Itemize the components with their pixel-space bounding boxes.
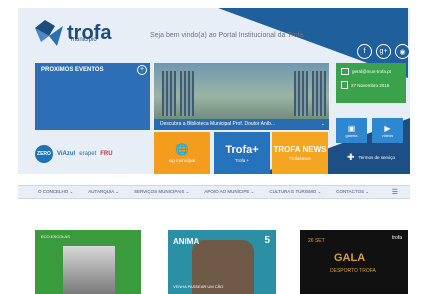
- galeria-label: galeria: [345, 132, 358, 138]
- contact-box: geral@mun-trofa.pt 27 Novembro 2015: [336, 63, 406, 103]
- globe-icon: 🌐: [175, 144, 189, 156]
- viazul-logo[interactable]: ViAzul: [57, 151, 75, 157]
- news-card-anima[interactable]: ANIMA 5 VENHA PASSEAR UM CÃO: [168, 230, 276, 294]
- nav-item-contactos[interactable]: CONTACTOS ⌄: [336, 189, 369, 195]
- news-card-gala[interactable]: 26 SET trofa GALA DESPORTO TROFA: [300, 230, 408, 294]
- date-row: 27 Novembro 2015: [336, 77, 406, 93]
- events-title: PROXIMOS EVENTOS: [41, 67, 104, 73]
- termos-label: Termos de serviço: [358, 154, 396, 160]
- card-heading: ECO-ESCOLAS: [41, 234, 70, 239]
- shelf-graphic: [294, 71, 308, 116]
- menu-icon[interactable]: ☰: [392, 188, 398, 196]
- sig-municipal-tile[interactable]: 🌐 sig municipal: [154, 132, 210, 174]
- partner-logos: ZERO ViAzul erapet FRU: [35, 135, 150, 172]
- google-plus-icon[interactable]: g+: [376, 44, 391, 59]
- events-add-button[interactable]: +: [137, 65, 147, 75]
- logo-subtitle: município: [71, 37, 97, 43]
- shelf-graphic: [312, 71, 326, 116]
- galeria-tile[interactable]: ▣ galeria: [336, 118, 367, 143]
- card-number: 5: [264, 235, 270, 246]
- trofa-news-logo: TROFA NEWS: [273, 145, 327, 154]
- shelf-graphic: [162, 71, 176, 116]
- chevron-down-icon[interactable]: ⌄: [321, 119, 325, 130]
- sig-label: sig municipal: [168, 158, 195, 163]
- main-nav: O CONCELHO ⌄ AUTARQUIA ⌄ SERVIÇOS MUNICI…: [18, 185, 410, 199]
- email-row[interactable]: geral@mun-trofa.pt: [336, 63, 406, 77]
- date-text: 27 Novembro 2015: [351, 82, 390, 88]
- trofa-plus-tile[interactable]: Trofa+ Trofa +: [214, 132, 270, 174]
- email-text: geral@mun-trofa.pt: [352, 69, 391, 74]
- facebook-icon[interactable]: f: [357, 44, 372, 59]
- card-subtitle: DESPORTO TROFA: [330, 268, 376, 274]
- trofa-plus-logo: Trofa+: [225, 143, 259, 156]
- card-title: ANIMA: [173, 237, 200, 246]
- card-logo: trofa: [391, 235, 402, 241]
- news-card-eco[interactable]: ECO-ESCOLAS: [35, 230, 141, 294]
- termos-link[interactable]: ✚ Termos de serviço: [336, 148, 406, 166]
- card-title: GALA: [334, 252, 366, 264]
- erapet-logo[interactable]: erapet: [79, 151, 96, 157]
- plus-icon: ✚: [346, 151, 355, 162]
- card-caption: VENHA PASSEAR UM CÃO: [173, 284, 224, 289]
- trofa-news-label: TrofaNews: [289, 156, 311, 161]
- nav-item-servicos[interactable]: SERVIÇOS MUNICIPAIS ⌄: [134, 189, 189, 195]
- library-caption-text: Descubra a Biblioteca Municipal Prof. Do…: [160, 121, 276, 127]
- envelope-icon: [341, 68, 349, 75]
- library-banner[interactable]: Descubra a Biblioteca Municipal Prof. Do…: [154, 63, 329, 130]
- welcome-text: Seja bem vindo(a) ao Portal Instituciona…: [150, 32, 304, 39]
- card-photo: [63, 246, 115, 294]
- trofa-plus-label: Trofa +: [234, 157, 250, 163]
- nav-item-autarquia[interactable]: AUTARQUIA ⌄: [88, 189, 119, 195]
- social-links: f g+ ◉: [357, 44, 410, 59]
- calendar-icon: [341, 81, 348, 89]
- nav-item-concelho[interactable]: O CONCELHO ⌄: [38, 189, 73, 195]
- video-icon: ▶: [384, 123, 391, 133]
- nav-item-cultura[interactable]: CULTURA E TURISMO ⌄: [269, 189, 321, 195]
- shelf-graphic: [180, 71, 194, 116]
- card-date: 26 SET: [308, 238, 325, 244]
- library-caption[interactable]: Descubra a Biblioteca Municipal Prof. Do…: [154, 119, 329, 130]
- camera-icon: ▣: [347, 123, 356, 133]
- rss-icon[interactable]: ◉: [395, 44, 410, 59]
- fru-logo[interactable]: FRU: [100, 151, 112, 157]
- nav-item-apoio[interactable]: APOIO AO MUNÍCIPE ⌄: [204, 189, 254, 195]
- logo-mark-icon: [35, 20, 63, 46]
- trofa-news-tile[interactable]: TROFA NEWS TrofaNews: [272, 132, 328, 174]
- events-panel: PROXIMOS EVENTOS +: [35, 63, 150, 130]
- zero-logo[interactable]: ZERO: [35, 144, 53, 163]
- videos-tile[interactable]: ▶ videos: [372, 118, 403, 143]
- videos-label: videos: [381, 132, 394, 138]
